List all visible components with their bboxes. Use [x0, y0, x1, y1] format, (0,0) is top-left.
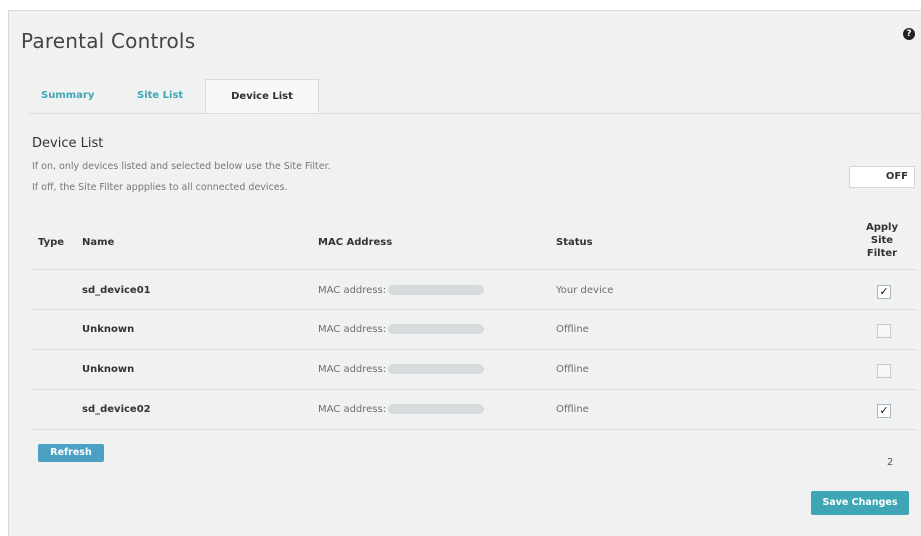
- row-divider: [32, 269, 917, 270]
- mac-label: MAC address:: [318, 364, 387, 375]
- device-status: Offline: [556, 404, 589, 415]
- checkmark-icon: ✓: [879, 404, 889, 417]
- tab-device-list[interactable]: Device List: [205, 79, 319, 113]
- mac-value-redacted: [388, 324, 485, 334]
- mac-label: MAC address:: [318, 404, 387, 415]
- device-status: Offline: [556, 364, 589, 375]
- col-header-status: Status: [556, 237, 593, 248]
- tab-summary[interactable]: Summary: [41, 79, 94, 113]
- device-list-title: Device List: [32, 136, 104, 151]
- col-header-mac: MAC Address: [318, 237, 393, 248]
- tab-site-list[interactable]: Site List: [137, 79, 183, 113]
- mac-address: MAC address:: [318, 324, 485, 335]
- apply-header-line-2: Site: [870, 235, 894, 246]
- apply-filter-checkbox[interactable]: ✓: [877, 285, 891, 299]
- selected-count: 2: [887, 457, 894, 468]
- device-list-toggle[interactable]: OFF: [849, 166, 915, 188]
- apply-filter-checkbox[interactable]: [877, 324, 891, 338]
- mac-value-redacted: [388, 364, 485, 374]
- help-icon[interactable]: ?: [903, 28, 915, 40]
- mac-value-redacted: [388, 285, 485, 295]
- refresh-button[interactable]: Refresh: [38, 444, 104, 462]
- row-divider: [32, 429, 917, 430]
- toggle-label: OFF: [885, 171, 908, 182]
- page-title: Parental Controls: [21, 29, 196, 53]
- device-name: Unknown: [82, 324, 135, 335]
- checkmark-icon: ✓: [879, 285, 889, 298]
- device-name: Unknown: [82, 364, 135, 375]
- save-changes-button[interactable]: Save Changes: [811, 491, 909, 515]
- tab-bar: Summary Site List Device List: [29, 79, 921, 114]
- mac-value-redacted: [388, 404, 485, 414]
- mac-address: MAC address:: [318, 285, 485, 296]
- row-divider: [32, 309, 917, 310]
- col-header-apply-site-filter: Apply Site Filter: [857, 221, 907, 260]
- apply-header-line-3: Filter: [866, 248, 898, 259]
- device-list-desc-on: If on, only devices listed and selected …: [32, 161, 331, 172]
- device-name: sd_device01: [82, 285, 151, 296]
- parental-controls-panel: Parental Controls ? Summary Site List De…: [8, 10, 921, 536]
- apply-filter-checkbox[interactable]: [877, 364, 891, 378]
- mac-label: MAC address:: [318, 324, 387, 335]
- mac-label: MAC address:: [318, 285, 387, 296]
- apply-filter-checkbox[interactable]: ✓: [877, 404, 891, 418]
- device-status: Your device: [556, 285, 614, 296]
- device-list-desc-off: If off, the Site Filter appplies to all …: [32, 182, 288, 193]
- mac-address: MAC address:: [318, 404, 485, 415]
- row-divider: [32, 389, 917, 390]
- row-divider: [32, 349, 917, 350]
- col-header-type: Type: [38, 237, 65, 248]
- device-status: Offline: [556, 324, 589, 335]
- col-header-name: Name: [82, 237, 115, 248]
- device-name: sd_device02: [82, 404, 151, 415]
- apply-header-line-1: Apply: [865, 222, 898, 233]
- mac-address: MAC address:: [318, 364, 485, 375]
